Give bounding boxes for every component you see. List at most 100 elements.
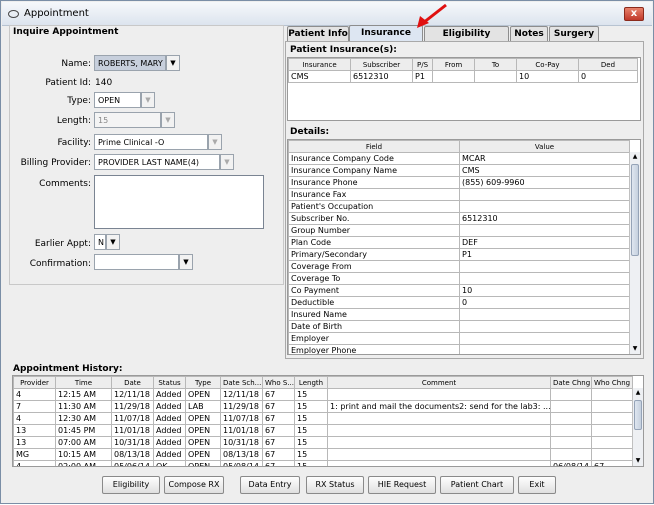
table-row[interactable]: Insurance Company Code MCAR [288, 152, 630, 165]
column-header[interactable]: Date [111, 376, 154, 389]
table-cell: CMS [459, 164, 630, 177]
history-scrollbar[interactable]: ▲ ▼ [632, 388, 643, 466]
table-cell [432, 70, 475, 83]
table-cell: CMS [288, 70, 351, 83]
length-dropdown-button[interactable]: ▼ [161, 112, 175, 128]
name-field[interactable]: ROBERTS, MARY [94, 55, 166, 71]
table-cell: Patient's Occupation [288, 200, 460, 213]
scroll-down-icon[interactable]: ▼ [633, 456, 643, 466]
table-row[interactable]: 13 07:00 AM 10/31/18 Added OPEN 10/31/18 67 15 [13, 436, 633, 449]
table-row[interactable]: Patient's Occupation [288, 200, 630, 213]
tab-notes[interactable]: Notes [510, 26, 548, 42]
data-entry-button[interactable]: Data Entry [240, 476, 300, 494]
tab-patient-info[interactable]: Patient Info [287, 26, 349, 42]
table-row[interactable]: 4 12:30 AM 11/07/18 Added OPEN 11/07/18 67 15 [13, 412, 633, 425]
table-cell [550, 412, 592, 425]
tab-eligibility-history[interactable]: Eligibility History [424, 26, 509, 54]
confirmation-dropdown-button[interactable]: ▼ [179, 254, 193, 270]
table-row[interactable]: Coverage From [288, 260, 630, 273]
hie-request-button[interactable]: HIE Request [368, 476, 436, 494]
billing-provider-select[interactable]: PROVIDER LAST NAME(4) [94, 154, 220, 170]
rx-status-button[interactable]: RX Status [306, 476, 364, 494]
table-row[interactable]: Insurance Fax [288, 188, 630, 201]
table-row[interactable]: Coverage To [288, 272, 630, 285]
column-header[interactable]: Date Chng [550, 376, 592, 389]
type-select[interactable]: OPEN [94, 92, 141, 108]
facility-dropdown-button[interactable]: ▼ [208, 134, 222, 150]
table-cell: Insurance Company Code [288, 152, 460, 165]
details-scrollbar[interactable]: ▲ ▼ [629, 152, 640, 354]
column-header[interactable]: Type [185, 376, 221, 389]
column-header[interactable]: P/S [412, 58, 433, 71]
column-header[interactable]: Who Chng [591, 376, 633, 389]
length-select[interactable]: 15 [94, 112, 161, 128]
inquire-section-title: Inquire Appointment [13, 27, 119, 37]
column-header[interactable]: Who S... [262, 376, 295, 389]
scroll-down-icon[interactable]: ▼ [630, 344, 640, 354]
table-row[interactable]: Primary/Secondary P1 [288, 248, 630, 261]
earlier-appt-dropdown-button[interactable]: ▼ [106, 234, 120, 250]
column-header[interactable]: Provider [13, 376, 56, 389]
scroll-thumb[interactable] [631, 164, 639, 256]
table-row[interactable]: Employer Phone [288, 344, 630, 354]
table-cell: Deductible [288, 296, 460, 309]
earlier-appt-select[interactable]: N [94, 234, 106, 250]
table-row[interactable]: 13 01:45 PM 11/01/18 Added OPEN 11/01/18 67 15 [13, 424, 633, 437]
table-row[interactable]: Co Payment 10 [288, 284, 630, 297]
column-header[interactable]: To [474, 58, 517, 71]
column-header[interactable]: Length [294, 376, 328, 389]
tab-insurance-info[interactable]: Insurance Info [349, 25, 423, 53]
column-header[interactable]: Co-Pay [516, 58, 579, 71]
table-cell: 6512310 [350, 70, 413, 83]
table-row[interactable]: CMS 6512310 P1 10 0 [288, 70, 638, 83]
column-header[interactable]: From [432, 58, 475, 71]
tab-surgery[interactable]: Surgery [549, 26, 599, 42]
column-header[interactable]: Field [288, 140, 460, 153]
table-row[interactable]: Insurance Phone (855) 609-9960 [288, 176, 630, 189]
table-row[interactable]: 4 12:15 AM 12/11/18 Added OPEN 12/11/18 67 15 [13, 388, 633, 401]
table-cell: Coverage To [288, 272, 460, 285]
exit-button[interactable]: Exit [518, 476, 556, 494]
table-row[interactable]: Insurance Company Name CMS [288, 164, 630, 177]
column-header[interactable]: Date Sch... [220, 376, 263, 389]
table-cell [459, 344, 630, 354]
column-header[interactable]: Value [459, 140, 630, 153]
confirmation-select[interactable] [94, 254, 179, 270]
patient-chart-button[interactable]: Patient Chart [440, 476, 514, 494]
table-cell: DEF [459, 236, 630, 249]
table-cell: 11:30 AM [55, 400, 112, 413]
table-row[interactable]: 4 02:00 AM 05/06/14 OK OPEN 05/08/14 67 15 06/08… [13, 460, 633, 466]
billing-provider-dropdown-button[interactable]: ▼ [220, 154, 234, 170]
table-row[interactable]: Employer [288, 332, 630, 345]
scroll-up-icon[interactable]: ▲ [633, 388, 643, 398]
table-cell: 13 [13, 424, 56, 437]
facility-select[interactable]: Prime Clinical -O [94, 134, 208, 150]
column-header[interactable]: Subscriber [350, 58, 413, 71]
column-header[interactable]: Status [153, 376, 186, 389]
column-header[interactable]: Time [55, 376, 112, 389]
compose-rx-button[interactable]: Compose RX [164, 476, 224, 494]
table-row[interactable]: Group Number [288, 224, 630, 237]
name-dropdown-button[interactable]: ▼ [166, 55, 180, 71]
type-dropdown-button[interactable]: ▼ [141, 92, 155, 108]
table-cell: 67 [262, 412, 295, 425]
close-button[interactable]: x [624, 7, 644, 21]
table-row[interactable]: Insured Name [288, 308, 630, 321]
column-header[interactable]: Comment [327, 376, 551, 389]
table-row[interactable]: Subscriber No. 6512310 [288, 212, 630, 225]
table-row[interactable]: Deductible 0 [288, 296, 630, 309]
table-row[interactable]: MG 10:15 AM 08/13/18 Added OPEN 08/13/18 67 15 [13, 448, 633, 461]
table-row[interactable]: 7 11:30 AM 11/29/18 Added LAB 11/29/18 67 15 1: … [13, 400, 633, 413]
appointment-window: Appointment x Inquire Appointment Name: … [0, 0, 654, 504]
table-row[interactable]: Plan Code DEF [288, 236, 630, 249]
column-header[interactable]: Insurance [288, 58, 351, 71]
table-cell: 10 [516, 70, 579, 83]
scroll-up-icon[interactable]: ▲ [630, 152, 640, 162]
table-cell: Coverage From [288, 260, 460, 273]
eligibility-button[interactable]: Eligibility [102, 476, 160, 494]
table-row[interactable]: Date of Birth [288, 320, 630, 333]
column-header[interactable]: Ded [578, 58, 638, 71]
window-title: Appointment [24, 8, 89, 19]
scroll-thumb[interactable] [634, 400, 642, 430]
comments-textarea[interactable] [94, 175, 264, 229]
